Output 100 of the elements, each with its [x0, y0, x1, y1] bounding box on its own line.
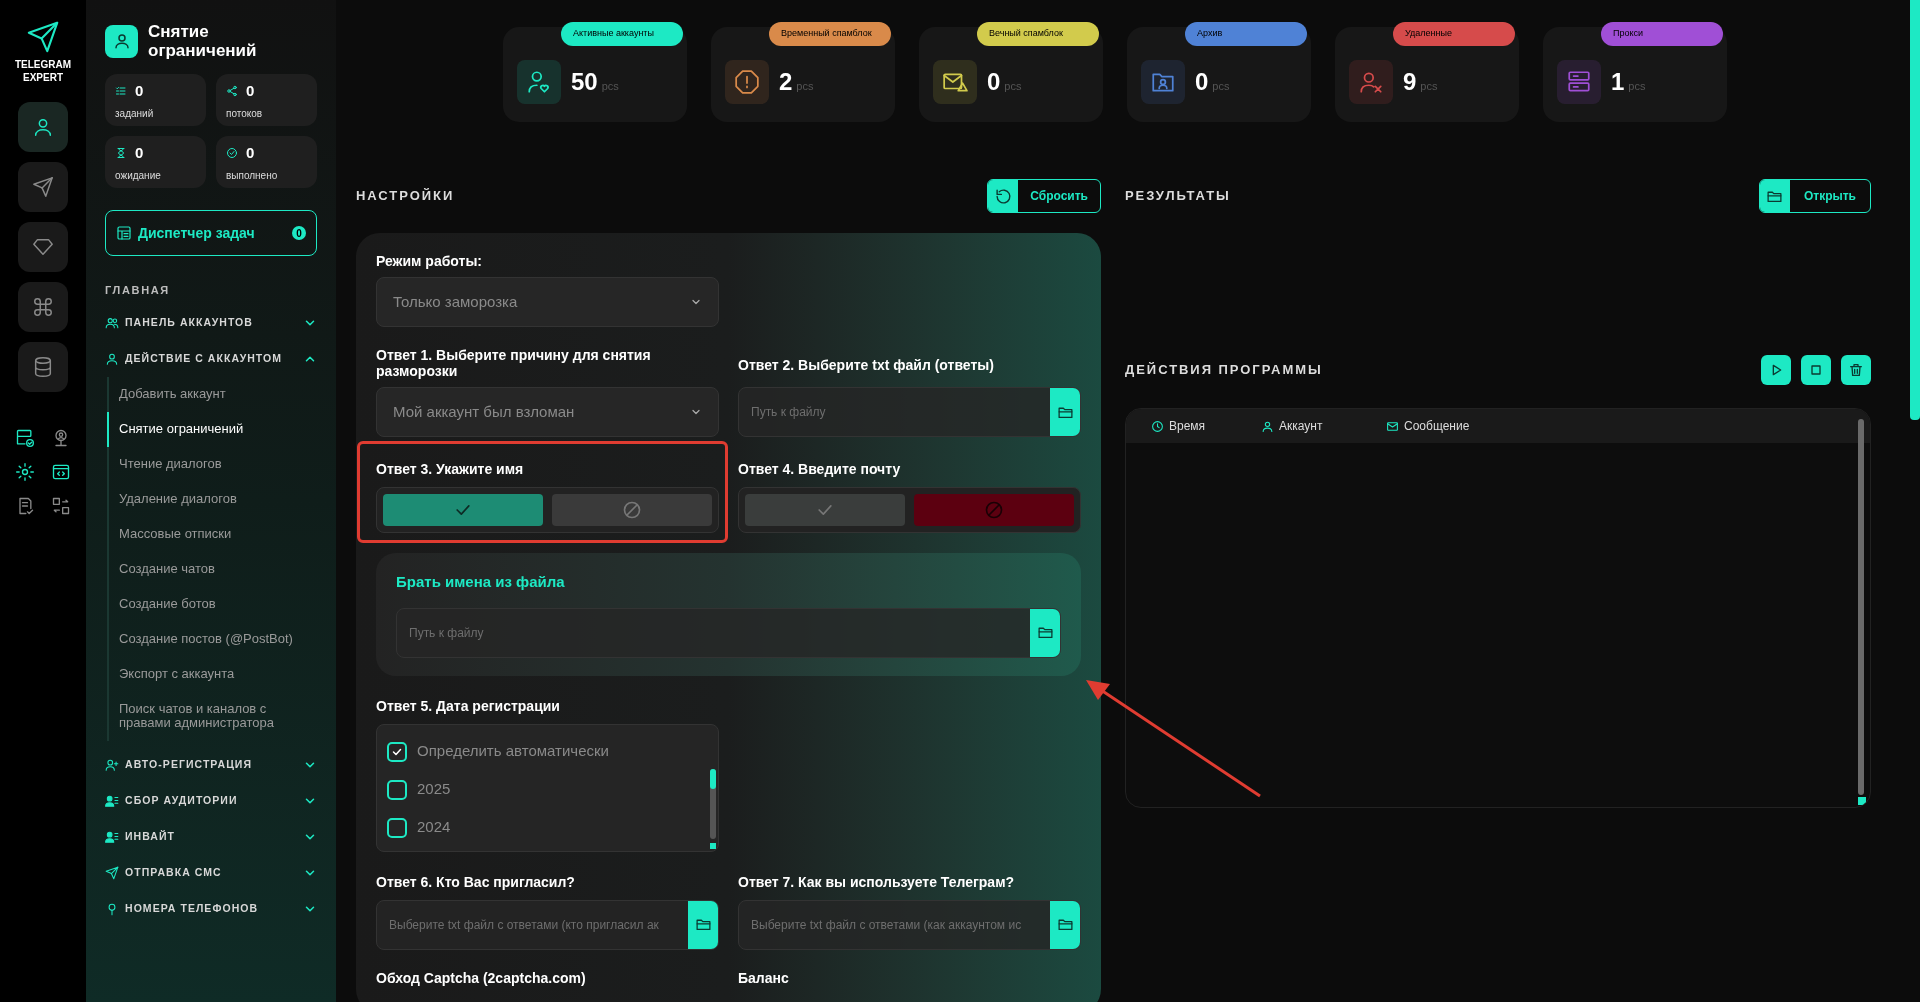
counter-label: выполнено [226, 168, 279, 183]
stat-value: 9 [1403, 67, 1417, 97]
user-list-icon [105, 793, 119, 808]
user-icon [32, 116, 54, 138]
nav-item[interactable]: Чтение диалогов [107, 446, 317, 482]
field-label: Ответ 4. Введите почту [738, 461, 902, 477]
status-pill: Временный спамблок [769, 22, 891, 46]
field-label: Баланс [738, 968, 790, 988]
nav-section[interactable]: ДЕЙСТВИЕ С АККАУНТОМ [105, 340, 317, 377]
users-icon [105, 315, 119, 330]
nav-section[interactable]: ОТПРАВКА СМС [105, 854, 317, 891]
dropdown[interactable]: Мой аккаунт был взломан [376, 387, 719, 437]
status-pill: Активные аккаунты [561, 22, 683, 46]
count-badge: 0 [292, 226, 306, 240]
field-label: Обход Captcha (2captcha.com) [376, 968, 587, 988]
browse-button[interactable] [1030, 608, 1060, 657]
open-button[interactable]: Открыть [1758, 179, 1871, 213]
hourglass-icon [115, 147, 127, 160]
rail-button[interactable] [18, 102, 68, 152]
nav-item[interactable]: Поиск чатов и каналов с правами администратора [107, 691, 317, 741]
user-icon [1261, 419, 1274, 433]
unit-label: pcs [1212, 79, 1230, 94]
browse-button[interactable] [1050, 900, 1080, 949]
option-label: Определить автоматически [417, 741, 609, 762]
board-icon [116, 225, 132, 241]
nav-item[interactable]: Создание чатов [107, 551, 317, 587]
logo-icon [26, 20, 60, 54]
nav-item[interactable]: Массовые отписки [107, 516, 317, 552]
rail-button[interactable] [18, 162, 68, 212]
resize-handle[interactable] [1858, 797, 1866, 805]
play-button[interactable] [1761, 355, 1791, 385]
reset-icon [994, 187, 1012, 205]
field-label: Ответ 5. Дата регистрации [376, 697, 561, 714]
diamond-icon [32, 236, 54, 258]
stop-button[interactable] [1801, 355, 1831, 385]
counter-value: 0 [135, 143, 144, 163]
stat-value: 50 [571, 67, 598, 97]
section-title: ДЕЙСТВИЯ ПРОГРАММЫ [1125, 361, 1323, 380]
user-icon [112, 32, 131, 50]
unit-label: pcs [1004, 79, 1022, 94]
section-title: НАСТРОЙКИ [356, 187, 455, 206]
checkbox[interactable] [387, 817, 407, 838]
counter-value: 0 [246, 143, 255, 163]
pin-icon [105, 901, 119, 916]
nav-section[interactable]: ИНВАЙТ [105, 818, 317, 855]
unit-label: pcs [1628, 79, 1646, 94]
nav-section[interactable]: ПАНЕЛЬ АККАУНТОВ [105, 304, 317, 341]
rail-button[interactable] [18, 282, 68, 332]
nav-item[interactable]: Добавить аккаунт [107, 376, 317, 412]
browse-button[interactable] [1050, 388, 1080, 436]
task-manager-button[interactable]: Диспетчер задач 0 [105, 210, 317, 256]
command-icon [32, 296, 54, 318]
sidebar-title: Снятие ограничений [148, 22, 258, 60]
field-label: Ответ 2. Выберите txt файл (ответы) [738, 357, 995, 373]
swap-icon[interactable] [51, 496, 71, 516]
stop-icon [1808, 362, 1824, 378]
counter-label: потоков [226, 106, 264, 121]
status-pill: Прокси [1601, 22, 1723, 46]
field-label: Ответ 1. Выберите причину для снятия разморозки [376, 347, 652, 379]
reset-button[interactable]: Сбросить [987, 179, 1101, 213]
nav-item[interactable]: Экспорт с аккаунта [107, 656, 317, 692]
user-heart-icon [526, 69, 552, 95]
nav-section[interactable]: СБОР АУДИТОРИИ [105, 782, 317, 819]
checkbox[interactable] [387, 741, 407, 762]
dropdown[interactable]: Только заморозка [376, 277, 719, 327]
browse-button[interactable] [688, 900, 718, 949]
nav-item[interactable]: Создание постов (@PostBot) [107, 621, 317, 657]
gear-icon[interactable] [15, 462, 35, 482]
status-pill: Удаленные [1393, 22, 1515, 46]
option-label: 2025 [417, 779, 451, 800]
stat-value: 1 [1611, 67, 1625, 97]
group-title: Брать имена из файла [396, 572, 566, 592]
status-pill: Вечный спамблок [977, 22, 1099, 46]
logo-text: TELEGRAM EXPERT [13, 58, 73, 84]
scrollbar-thumb[interactable] [1858, 419, 1864, 795]
unit-label: pcs [1420, 79, 1438, 94]
mail-icon [1386, 419, 1399, 433]
nav-item[interactable]: Снятие ограничений [107, 411, 317, 447]
checkbox[interactable] [387, 779, 407, 800]
rail-button[interactable] [18, 342, 68, 392]
rail-button[interactable] [18, 222, 68, 272]
page-scrollbar-thumb[interactable] [1910, 0, 1920, 420]
checklist-icon [115, 85, 127, 98]
column-header: Аккаунт [1279, 418, 1323, 435]
nav-item[interactable]: Удаление диалогов [107, 481, 317, 517]
user-icon [105, 351, 119, 366]
server-check-icon[interactable] [15, 428, 35, 448]
status-pill: Архив [1185, 22, 1307, 46]
nav-section[interactable]: АВТО-РЕГИСТРАЦИЯ [105, 746, 317, 783]
counter-value: 0 [135, 81, 144, 101]
nav-item[interactable]: Создание ботов [107, 586, 317, 622]
counter-label: ожидание [115, 168, 162, 183]
section-title: РЕЗУЛЬТАТЫ [1125, 187, 1231, 206]
resize-handle[interactable] [710, 842, 716, 849]
code-window-icon[interactable] [51, 462, 71, 482]
server-icon [1566, 69, 1592, 95]
delete-button[interactable] [1841, 355, 1871, 385]
counter-label: заданий [115, 106, 155, 121]
nav-section[interactable]: НОМЕРА ТЕЛЕФОНОВ [105, 890, 317, 927]
scrollbar-thumb[interactable] [710, 768, 716, 789]
